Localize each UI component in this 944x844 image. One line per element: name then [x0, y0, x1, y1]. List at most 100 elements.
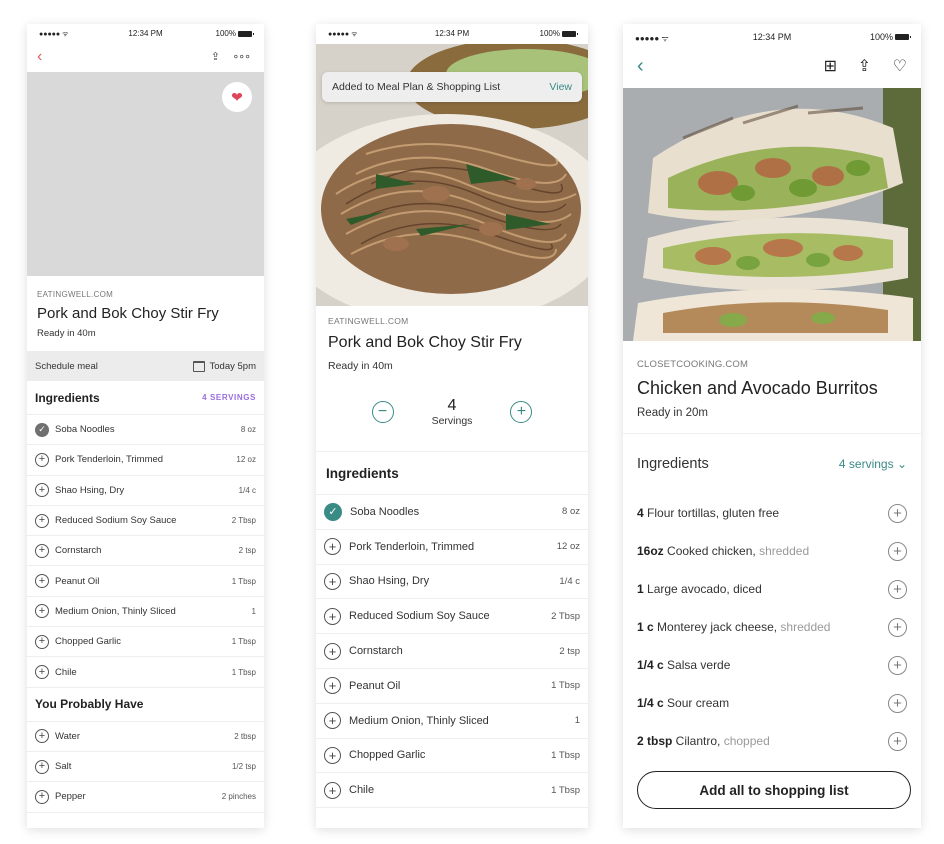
add-plus-icon[interactable]: +	[35, 665, 49, 680]
back-chevron-icon[interactable]: ‹	[637, 55, 644, 78]
add-plus-icon[interactable]: +	[888, 503, 907, 523]
status-bar: ●●●●● ᯤ 12:34 PM 100%	[27, 24, 264, 44]
ingredient-amount: 1 Tbsp	[551, 680, 580, 692]
favorite-heart-icon[interactable]: ❤	[222, 82, 252, 112]
ingredient-row[interactable]: 2 tbsp Cilantro, chopped +	[623, 722, 921, 760]
add-plus-icon[interactable]: +	[35, 604, 49, 619]
chevron-down-icon: ⌄	[896, 457, 907, 471]
ingredient-row[interactable]: + Medium Onion, Thinly Sliced 1	[316, 704, 588, 739]
ingredient-row[interactable]: 1/4 c Salsa verde +	[623, 646, 921, 684]
schedule-value-group[interactable]: Today 5pm	[192, 360, 256, 372]
add-plus-icon[interactable]: +	[324, 572, 341, 590]
recipe-source: EATINGWELL.COM	[37, 290, 114, 299]
add-plus-icon[interactable]: +	[324, 712, 341, 730]
ingredient-amount: 2 tsp	[559, 645, 580, 657]
more-options-icon[interactable]: ∘∘∘	[232, 50, 251, 63]
servings-dropdown[interactable]: 4 servings ⌄	[839, 457, 907, 471]
ingredient-row[interactable]: + Chile 1 Tbsp	[27, 657, 264, 688]
ingredient-name: Salsa verde	[663, 658, 731, 672]
ingredient-row[interactable]: 1/4 c Sour cream +	[623, 684, 921, 722]
pantry-list: + Water 2 tbsp + Salt 1/2 tsp + Pepper 2 pinch…	[27, 722, 264, 813]
servings-selector[interactable]: 4 SERVINGS	[202, 393, 256, 402]
ingredient-row[interactable]: + Peanut Oil 1 Tbsp	[316, 669, 588, 704]
battery-percent: 100%	[869, 32, 893, 42]
ingredient-row[interactable]: + Reduced Sodium Soy Sauce 2 Tbsp	[27, 506, 264, 537]
add-plus-icon[interactable]: +	[35, 634, 49, 649]
ingredient-note: shredded	[755, 544, 810, 558]
ingredient-name: Chopped Garlic	[55, 636, 122, 648]
add-plus-icon[interactable]: +	[324, 538, 341, 556]
ingredient-row[interactable]: + Chopped Garlic 1 Tbsp	[27, 627, 264, 658]
decrease-servings-button[interactable]: −	[371, 400, 394, 423]
ingredient-quantity: 2 tbsp	[637, 734, 673, 748]
add-plus-icon[interactable]: +	[888, 579, 907, 599]
checkmark-icon[interactable]: ✓	[324, 502, 342, 521]
banner-view-link[interactable]: View	[549, 81, 572, 93]
add-plus-icon[interactable]: +	[35, 483, 49, 498]
ingredient-row[interactable]: + Cornstarch 2 tsp	[316, 634, 588, 669]
ingredient-name: Reduced Sodium Soy Sauce	[349, 610, 490, 623]
ingredient-row[interactable]: + Medium Onion, Thinly Sliced 1	[27, 597, 264, 628]
burritos-illustration	[623, 88, 921, 341]
ingredient-row[interactable]: + Chile 1 Tbsp	[316, 773, 588, 809]
ingredient-name: Sour cream	[663, 696, 730, 710]
add-plus-icon[interactable]: +	[888, 541, 907, 561]
ingredient-row[interactable]: + Reduced Sodium Soy Sauce 2 Tbsp	[316, 599, 588, 635]
ingredient-name: Peanut Oil	[55, 575, 100, 587]
add-plus-icon[interactable]: +	[888, 693, 907, 713]
add-plus-icon[interactable]: +	[324, 642, 341, 660]
battery-indicator: 100%	[216, 29, 254, 38]
ingredient-name: Water	[55, 730, 80, 742]
ingredient-amount: 1/4 c	[238, 485, 256, 495]
add-all-to-shopping-list-button[interactable]: Add all to shopping list	[637, 771, 911, 809]
add-plus-icon[interactable]: +	[35, 759, 49, 774]
ingredient-row[interactable]: 1 c Monterey jack cheese, shredded +	[623, 608, 921, 646]
ingredient-name: Pepper	[55, 791, 86, 803]
add-plus-icon[interactable]: +	[324, 781, 341, 799]
ingredient-row[interactable]: + Chopped Garlic 1 Tbsp	[316, 739, 588, 774]
ingredient-row[interactable]: + Shao Hsing, Dry 1/4 c	[27, 476, 264, 506]
back-chevron-icon[interactable]: ‹	[37, 48, 42, 66]
ingredient-list: 4 Flour tortillas, gluten free + 16oz Coo…	[623, 494, 921, 760]
add-plus-icon[interactable]: +	[35, 729, 49, 744]
ingredient-row[interactable]: + Pork Tenderloin, Trimmed 12 oz	[316, 530, 588, 565]
ingredient-amount: 1 Tbsp	[231, 667, 256, 677]
recipe-meta: CLOSETCOOKING.COM Chicken and Avocado Bu…	[623, 341, 921, 434]
pantry-row[interactable]: + Pepper 2 pinches	[27, 782, 264, 813]
add-plus-icon[interactable]: +	[888, 655, 907, 675]
ingredients-header: Ingredients 4 SERVINGS	[27, 381, 264, 415]
add-plus-icon[interactable]: +	[35, 513, 49, 528]
schedule-meal-row[interactable]: Schedule meal Today 5pm	[27, 351, 264, 381]
ingredient-row[interactable]: 16oz Cooked chicken, shredded +	[623, 532, 921, 570]
add-plus-icon[interactable]: +	[35, 574, 49, 589]
add-plus-icon[interactable]: +	[324, 607, 341, 625]
share-icon[interactable]: ⇪	[211, 50, 220, 63]
ingredient-list: ✓ Soba Noodles 8 oz + Pork Tenderloin, Trim…	[316, 495, 588, 809]
ingredient-row[interactable]: 4 Flour tortillas, gluten free +	[623, 494, 921, 532]
ingredient-row[interactable]: + Pork Tenderloin, Trimmed 12 oz	[27, 445, 264, 476]
add-plus-icon[interactable]: +	[324, 677, 341, 695]
ingredient-row[interactable]: + Cornstarch 2 tsp	[27, 536, 264, 567]
ingredient-row[interactable]: + Peanut Oil 1 Tbsp	[27, 566, 264, 597]
ingredient-amount: 1 Tbsp	[231, 637, 256, 647]
ingredient-row[interactable]: 1 Large avocado, diced +	[623, 570, 921, 608]
add-plus-icon[interactable]: +	[35, 789, 49, 804]
add-plus-icon[interactable]: +	[888, 731, 907, 751]
increase-servings-button[interactable]: +	[510, 400, 533, 423]
add-plus-icon[interactable]: +	[35, 452, 49, 467]
add-plus-icon[interactable]: +	[324, 746, 341, 764]
add-plus-icon[interactable]: +	[888, 617, 907, 637]
ingredient-row[interactable]: ✓ Soba Noodles 8 oz	[316, 495, 588, 530]
pantry-row[interactable]: + Salt 1/2 tsp	[27, 752, 264, 783]
ingredient-row[interactable]: + Shao Hsing, Dry 1/4 c	[316, 565, 588, 600]
battery-indicator: 100%	[869, 32, 911, 42]
pantry-row[interactable]: + Water 2 tbsp	[27, 722, 264, 752]
add-plus-icon[interactable]: +	[35, 543, 49, 558]
ingredient-name: Cooked chicken,	[663, 544, 756, 558]
favorite-heart-icon[interactable]: ♡	[893, 56, 907, 76]
add-to-file-icon[interactable]: ⊞	[824, 56, 837, 76]
share-icon[interactable]: ⇪	[858, 56, 871, 76]
checkmark-icon[interactable]: ✓	[35, 422, 49, 437]
ingredient-row[interactable]: ✓ Soba Noodles 8 oz	[27, 415, 264, 446]
recipe-image-placeholder: ❤	[27, 72, 264, 276]
